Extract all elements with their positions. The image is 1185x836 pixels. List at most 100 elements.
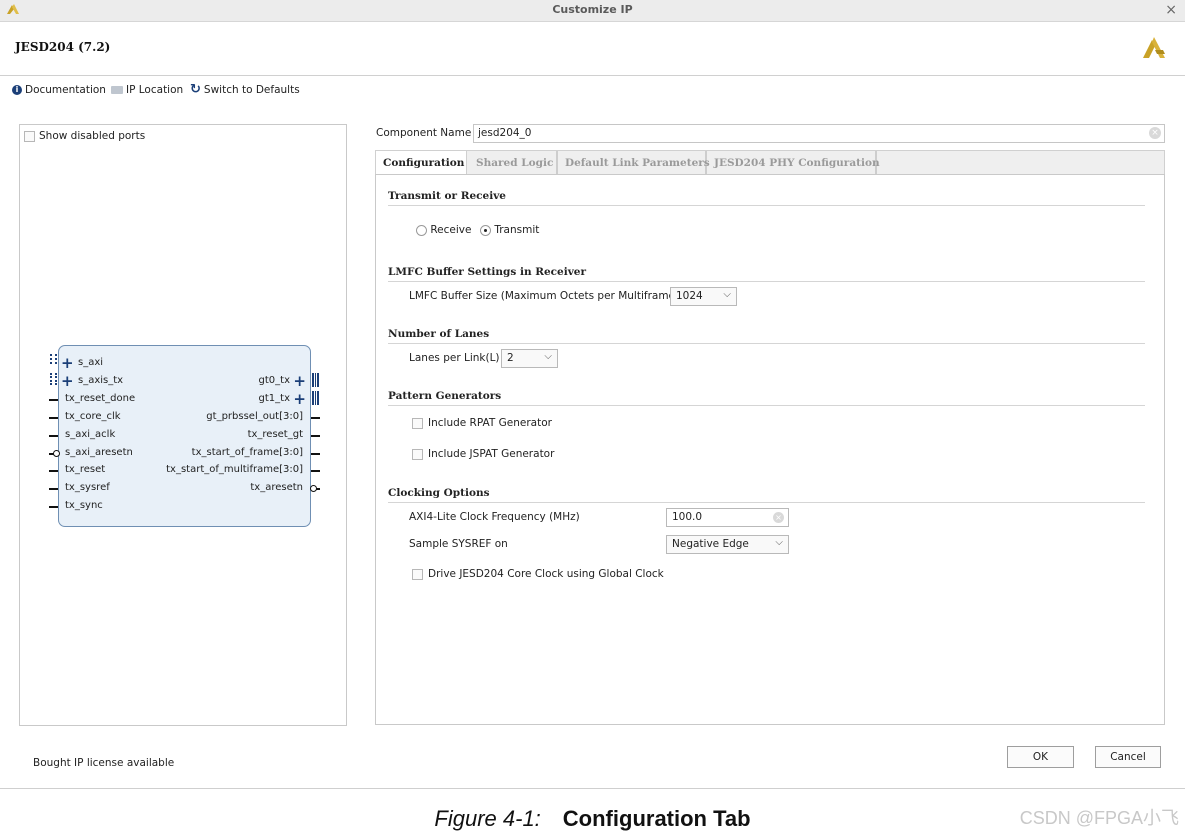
plus-icon[interactable]: + [293,374,306,389]
pin [311,453,320,455]
port-gt0-tx: gt0_tx [258,375,290,386]
lanes-per-link-select[interactable]: 2 ⌵ [501,349,558,368]
bus-icon [312,391,319,405]
pin [49,399,58,401]
window-title: Customize IP [552,3,633,16]
pin [49,417,58,419]
ip-symbol-panel: Show disabled ports + s_axi + s_axis_tx … [19,124,347,726]
tab-shared-logic[interactable]: Shared Logic [469,151,558,174]
refresh-icon: ↻ [190,82,201,97]
section-clocking-options: Clocking Options [388,487,1145,503]
folder-icon [111,86,123,94]
documentation-button[interactable]: i Documentation [12,84,106,96]
tab-bar: Configuration Shared Logic Default Link … [375,150,1165,175]
lmfc-buffer-size-label: LMFC Buffer Size (Maximum Octets per Mul… [409,290,680,302]
drive-core-clock-checkbox[interactable]: Drive JESD204 Core Clock using Global Cl… [412,568,664,580]
radio-transmit-label: Transmit [494,224,540,236]
clear-icon[interactable]: × [1149,127,1161,139]
radio-receive[interactable]: Receive [416,224,471,236]
chevron-down-icon: ⌵ [544,351,552,362]
section-pattern-generators: Pattern Generators [388,390,1145,406]
ok-button[interactable]: OK [1007,746,1074,768]
pin [49,435,58,437]
port-s-axi-aresetn: s_axi_aresetn [65,447,133,458]
switch-to-defaults-label: Switch to Defaults [203,84,300,96]
port-tx-sysref: tx_sysref [65,482,110,493]
watermark: CSDN @FPGA小飞 [1019,808,1179,828]
license-status: Bought IP license available [33,757,175,769]
checkbox-box[interactable] [412,448,423,460]
radio-transmit[interactable]: Transmit [480,224,539,236]
section-lmfc-buffer: LMFC Buffer Settings in Receiver [388,266,1145,282]
component-name-label: Component Name [376,127,472,139]
port-tx-aresetn: tx_aresetn [250,482,303,493]
component-name-input[interactable]: jesd204_0 [473,124,1165,143]
port-tx-reset-gt: tx_reset_gt [247,429,303,440]
switch-to-defaults-button[interactable]: ↻ Switch to Defaults [190,82,300,97]
show-disabled-ports-label: Show disabled ports [39,130,146,142]
port-tx-start-of-multiframe: tx_start_of_multiframe[3:0] [166,464,303,475]
figure-caption: Figure 4-1: Configuration Tab [0,806,1185,832]
documentation-label: Documentation [25,84,106,96]
bus-icon [50,373,57,385]
radio-button[interactable] [416,224,427,236]
figure-number: Figure 4-1: [434,806,541,831]
show-disabled-ports-checkbox[interactable]: Show disabled ports [24,130,145,142]
checkbox-box[interactable] [412,568,423,580]
port-tx-reset-done: tx_reset_done [65,393,136,404]
lanes-per-link-value: 2 [507,352,514,364]
ip-name: JESD204 (7.2) [15,40,111,54]
checkbox-box[interactable] [412,417,423,429]
bus-icon [50,354,57,364]
axi-clock-frequency-input[interactable]: 100.0 × [666,508,789,527]
tab-default-link-parameters[interactable]: Default Link Parameters [558,151,710,174]
axi-clock-frequency-value: 100.0 [672,511,703,523]
port-tx-sync: tx_sync [65,500,103,511]
close-icon[interactable]: × [1165,2,1177,18]
port-s-axis-tx: s_axis_tx [78,375,124,386]
title-bar: Customize IP × [0,0,1185,22]
ip-location-button[interactable]: IP Location [111,84,183,96]
lmfc-buffer-size-value: 1024 [676,290,703,302]
bus-icon [312,373,319,387]
port-tx-reset: tx_reset [65,464,106,475]
checkbox-box[interactable] [24,130,35,142]
sample-sysref-value: Negative Edge [672,538,749,550]
tab-configuration[interactable]: Configuration [376,151,467,175]
tab-jesd204-phy-configuration[interactable]: JESD204 PHY Configuration [707,151,880,174]
dialog-header: JESD204 (7.2) [0,22,1185,76]
ip-location-label: IP Location [126,84,184,96]
include-rpat-checkbox[interactable]: Include RPAT Generator [412,417,552,429]
port-s-axi-aclk: s_axi_aclk [65,429,116,440]
port-tx-start-of-frame: tx_start_of_frame[3:0] [191,447,303,458]
axi-clock-frequency-label: AXI4-Lite Clock Frequency (MHz) [409,511,580,523]
pin [311,435,320,437]
sample-sysref-select[interactable]: Negative Edge ⌵ [666,535,789,554]
radio-button-selected[interactable] [480,224,491,236]
pin [49,470,58,472]
info-icon: i [12,85,22,95]
include-jspat-checkbox[interactable]: Include JSPAT Generator [412,448,554,460]
pin [49,506,58,508]
section-number-of-lanes: Number of Lanes [388,328,1145,344]
inverted-pin-icon [53,450,60,457]
plus-icon[interactable]: + [61,356,74,371]
pin [311,470,320,472]
port-gt-prbssel-out: gt_prbssel_out[3:0] [206,411,303,422]
figure-title: Configuration Tab [562,806,751,831]
inverted-pin-icon [310,485,317,492]
plus-icon[interactable]: + [293,392,306,407]
section-transmit-or-receive: Transmit or Receive [388,190,1145,206]
lanes-per-link-label: Lanes per Link(L) [409,352,500,364]
include-jspat-label: Include JSPAT Generator [428,448,555,460]
divider [0,788,1185,789]
clear-icon[interactable]: × [773,512,784,523]
ip-block-symbol: + s_axi + s_axis_tx tx_reset_done tx_cor… [49,345,320,527]
port-tx-core-clk: tx_core_clk [65,411,121,422]
radio-receive-label: Receive [430,224,472,236]
port-s-axi: s_axi [78,357,104,368]
cancel-button[interactable]: Cancel [1095,746,1161,768]
lmfc-buffer-size-select[interactable]: 1024 ⌵ [670,287,737,306]
plus-icon[interactable]: + [61,374,74,389]
toolbar: i Documentation IP Location ↻ Switch to … [0,76,1185,106]
